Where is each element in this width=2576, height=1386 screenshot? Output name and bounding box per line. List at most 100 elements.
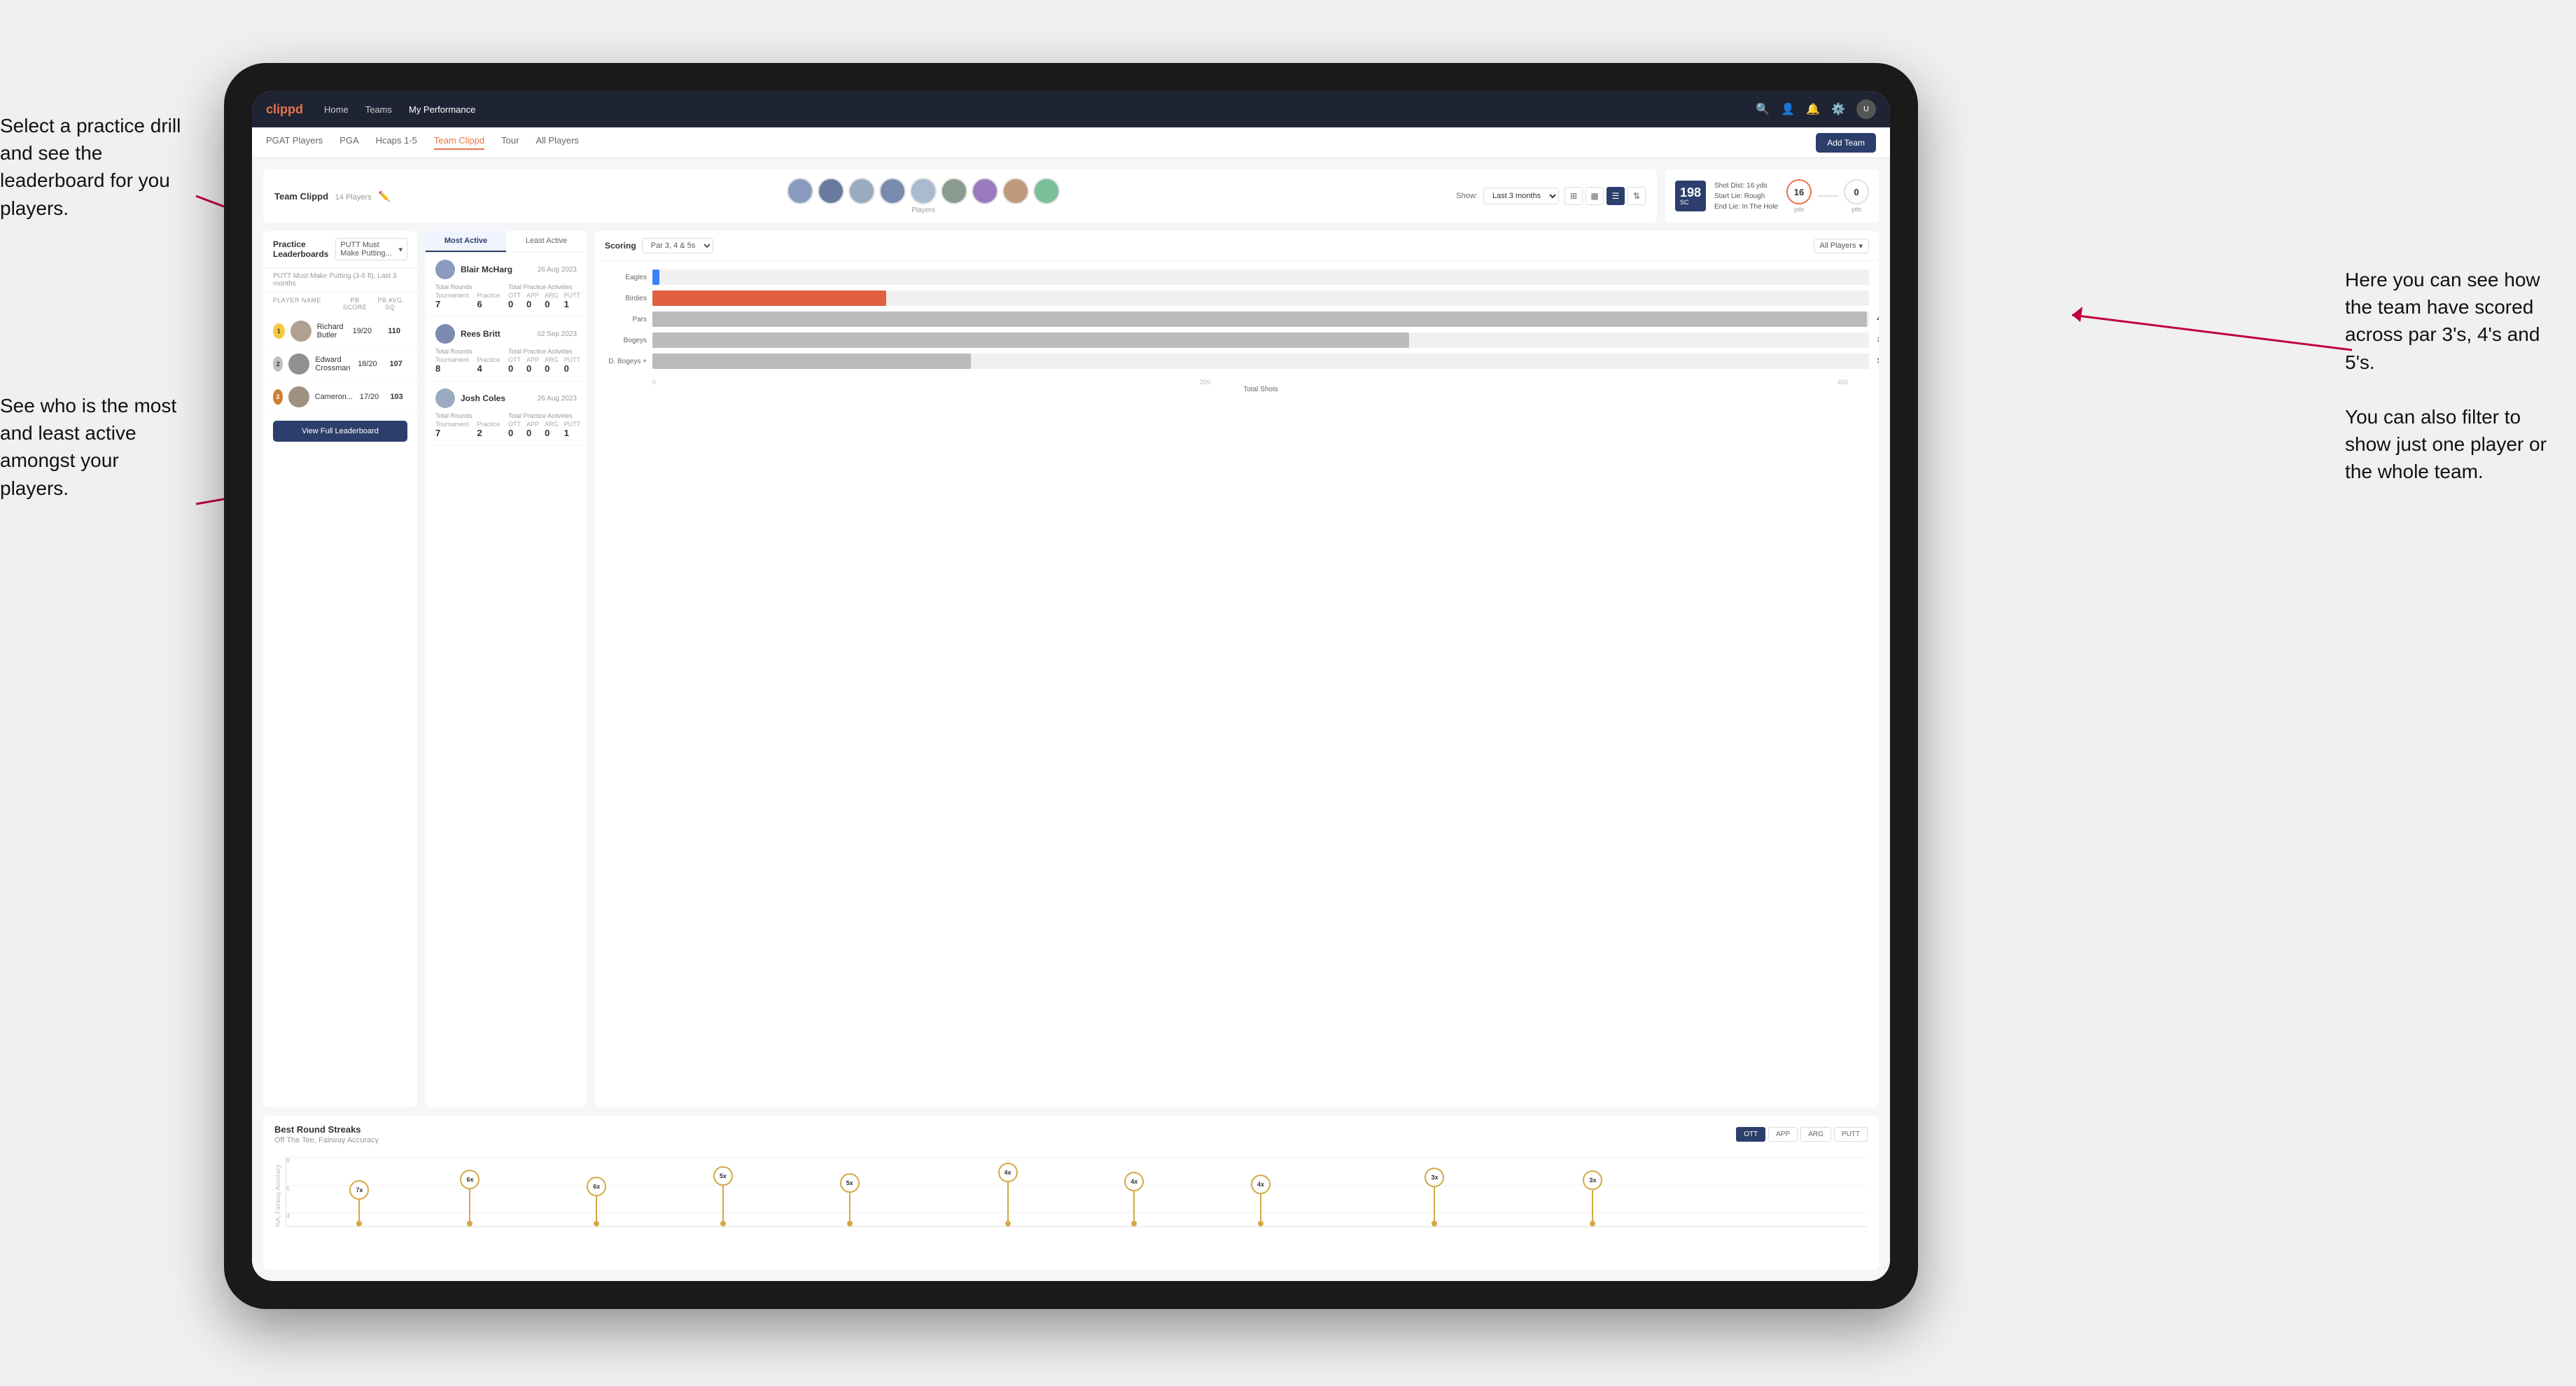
player-name: Blair McHarg	[461, 265, 532, 274]
scoring-chart: Eagles 3 Birdies 96	[595, 261, 1879, 402]
streak-pin: 4x	[998, 1163, 1018, 1226]
people-icon[interactable]: 👤	[1781, 102, 1795, 116]
leaderboard-dropdown[interactable]: PUTT Must Make Putting... ▾	[335, 238, 407, 260]
activity-player-header: Rees Britt 02 Sep 2023	[435, 324, 577, 344]
player-avg: 110	[381, 327, 407, 335]
bottom-filter-group: OTT APP ARG PUTT	[1736, 1127, 1868, 1142]
player-name: Josh Coles	[461, 393, 532, 403]
show-label: Show:	[1456, 192, 1478, 200]
chart-row-birdies: Birdies 96	[605, 290, 1869, 306]
shot-meters: 16 yds 0 yds	[1786, 179, 1869, 213]
bar-container: 96	[652, 290, 1869, 306]
settings-icon[interactable]: ⚙️	[1831, 102, 1845, 116]
player-avatar	[1033, 178, 1060, 204]
subnav-all-players[interactable]: All Players	[536, 135, 578, 150]
total-rounds-section: Total Rounds Tournament 8 Practice 4	[435, 348, 500, 374]
add-team-button[interactable]: Add Team	[1816, 133, 1876, 153]
streak-pin: 6x	[460, 1170, 479, 1226]
nav-my-performance[interactable]: My Performance	[409, 104, 475, 115]
player-name: Richard Butler	[317, 323, 344, 340]
user-avatar[interactable]: U	[1856, 99, 1876, 119]
leaderboard-panel-header: Practice Leaderboards PUTT Must Make Put…	[263, 231, 417, 268]
list-item: Josh Coles 26 Aug 2023 Total Rounds Tour…	[426, 382, 587, 446]
streak-pin: 4x	[1251, 1175, 1270, 1226]
subnav-links: PGAT Players PGA Hcaps 1-5 Team Clippd T…	[266, 135, 1816, 150]
subnav-pgat[interactable]: PGAT Players	[266, 135, 323, 150]
search-icon[interactable]: 🔍	[1756, 102, 1770, 116]
navbar-links: Home Teams My Performance	[324, 104, 1756, 115]
subnav-tour[interactable]: Tour	[501, 135, 519, 150]
leaderboard-title: Practice Leaderboards	[273, 239, 330, 259]
scoring-panel-header: Scoring Par 3, 4 & 5s All Players ▾	[595, 231, 1879, 261]
scoring-player-filter[interactable]: All Players ▾	[1814, 239, 1870, 253]
subnav-team-clippd[interactable]: Team Clippd	[434, 135, 484, 150]
player-avatars: Players	[402, 178, 1446, 214]
scoring-par-filter[interactable]: Par 3, 4 & 5s	[642, 238, 713, 253]
player-avatar	[288, 354, 309, 374]
player-avatar	[435, 324, 455, 344]
subnav-pga[interactable]: PGA	[340, 135, 358, 150]
tab-least-active[interactable]: Least Active	[506, 231, 587, 252]
filter-arg-button[interactable]: ARG	[1800, 1127, 1831, 1142]
leaderboard-subtitle: PUTT Must Make Putting (3-6 ft), Last 3 …	[263, 268, 417, 293]
filter-app-button[interactable]: APP	[1768, 1127, 1798, 1142]
chart-row-eagles: Eagles 3	[605, 270, 1869, 285]
streak-pin: 3x	[1424, 1168, 1444, 1226]
table-row: 2 Edward Crossman 18/20 107	[263, 348, 417, 381]
show-controls: Show: Last 3 months ⊞ ▦ ☰ ⇅	[1456, 187, 1646, 205]
shot-connector	[1817, 195, 1838, 197]
bar-bogeys	[652, 332, 1409, 348]
player-date: 26 Aug 2023	[538, 266, 577, 274]
grid-small-icon[interactable]: ⊞	[1564, 187, 1583, 205]
streak-pin: 5x	[713, 1166, 733, 1226]
team-header: Team Clippd 14 Players ✏️	[263, 169, 1657, 223]
player-avg: 107	[384, 360, 407, 368]
bell-icon[interactable]: 🔔	[1806, 102, 1820, 116]
player-name: Cameron...	[315, 393, 353, 401]
bar-dbogeys	[652, 354, 971, 369]
yds1-value: 16	[1786, 179, 1812, 204]
yds2-value: 0	[1844, 179, 1869, 204]
player-avatar	[288, 386, 309, 407]
player-score: 17/20	[358, 393, 380, 401]
activity-panel: Most Active Least Active Blair McHarg 26…	[426, 231, 587, 1107]
navbar-logo: clippd	[266, 102, 303, 117]
tab-most-active[interactable]: Most Active	[426, 231, 506, 252]
tablet-screen: clippd Home Teams My Performance 🔍 👤 🔔 ⚙…	[252, 91, 1890, 1281]
bar-pars	[652, 312, 1867, 327]
chevron-down-icon: ▾	[398, 245, 402, 254]
edit-icon[interactable]: ✏️	[378, 190, 390, 202]
activity-tabs: Most Active Least Active	[426, 231, 587, 253]
filter-ott-button[interactable]: OTT	[1736, 1127, 1765, 1142]
total-rounds-section: Total Rounds Tournament 7 Practice 6	[435, 284, 500, 309]
shot-details: Shot Dist: 16 yds Start Lie: Rough End L…	[1714, 181, 1778, 212]
bar-container: 131	[652, 354, 1869, 369]
nav-home[interactable]: Home	[324, 104, 349, 115]
view-full-leaderboard-button[interactable]: View Full Leaderboard	[273, 421, 407, 442]
chart-x-title: Total Shots	[652, 386, 1869, 393]
bottom-section-header: Best Round Streaks Off The Tee, Fairway …	[274, 1124, 1868, 1144]
main-content: Team Clippd 14 Players ✏️	[252, 158, 1890, 1281]
nav-teams[interactable]: Teams	[365, 104, 392, 115]
team-title: Team Clippd 14 Players ✏️	[274, 190, 391, 202]
navbar-icons: 🔍 👤 🔔 ⚙️ U	[1756, 99, 1876, 119]
activity-player-header: Josh Coles 26 Aug 2023	[435, 388, 577, 408]
filter-putt-button[interactable]: PUTT	[1834, 1127, 1868, 1142]
streak-pin: 5x	[840, 1173, 860, 1226]
player-avatar	[290, 321, 312, 342]
bar-container: 499	[652, 312, 1869, 327]
panels-row: Practice Leaderboards PUTT Must Make Put…	[263, 231, 1879, 1107]
player-score: 19/20	[349, 327, 376, 335]
subnav-hcaps[interactable]: Hcaps 1-5	[376, 135, 417, 150]
grid-large-icon[interactable]: ▦	[1586, 187, 1604, 205]
bottom-subtitle: Off The Tee, Fairway Accuracy	[274, 1136, 379, 1144]
shot-badge: 198 SC	[1675, 181, 1706, 211]
scoring-panel: Scoring Par 3, 4 & 5s All Players ▾ Eagl…	[595, 231, 1879, 1107]
player-avatar	[787, 178, 813, 204]
filter-icon[interactable]: ⇅	[1628, 187, 1646, 205]
show-select[interactable]: Last 3 months	[1483, 188, 1559, 204]
subnav: PGAT Players PGA Hcaps 1-5 Team Clippd T…	[252, 127, 1890, 158]
navbar: clippd Home Teams My Performance 🔍 👤 🔔 ⚙…	[252, 91, 1890, 127]
activity-player-header: Blair McHarg 26 Aug 2023	[435, 260, 577, 279]
list-icon[interactable]: ☰	[1606, 187, 1625, 205]
